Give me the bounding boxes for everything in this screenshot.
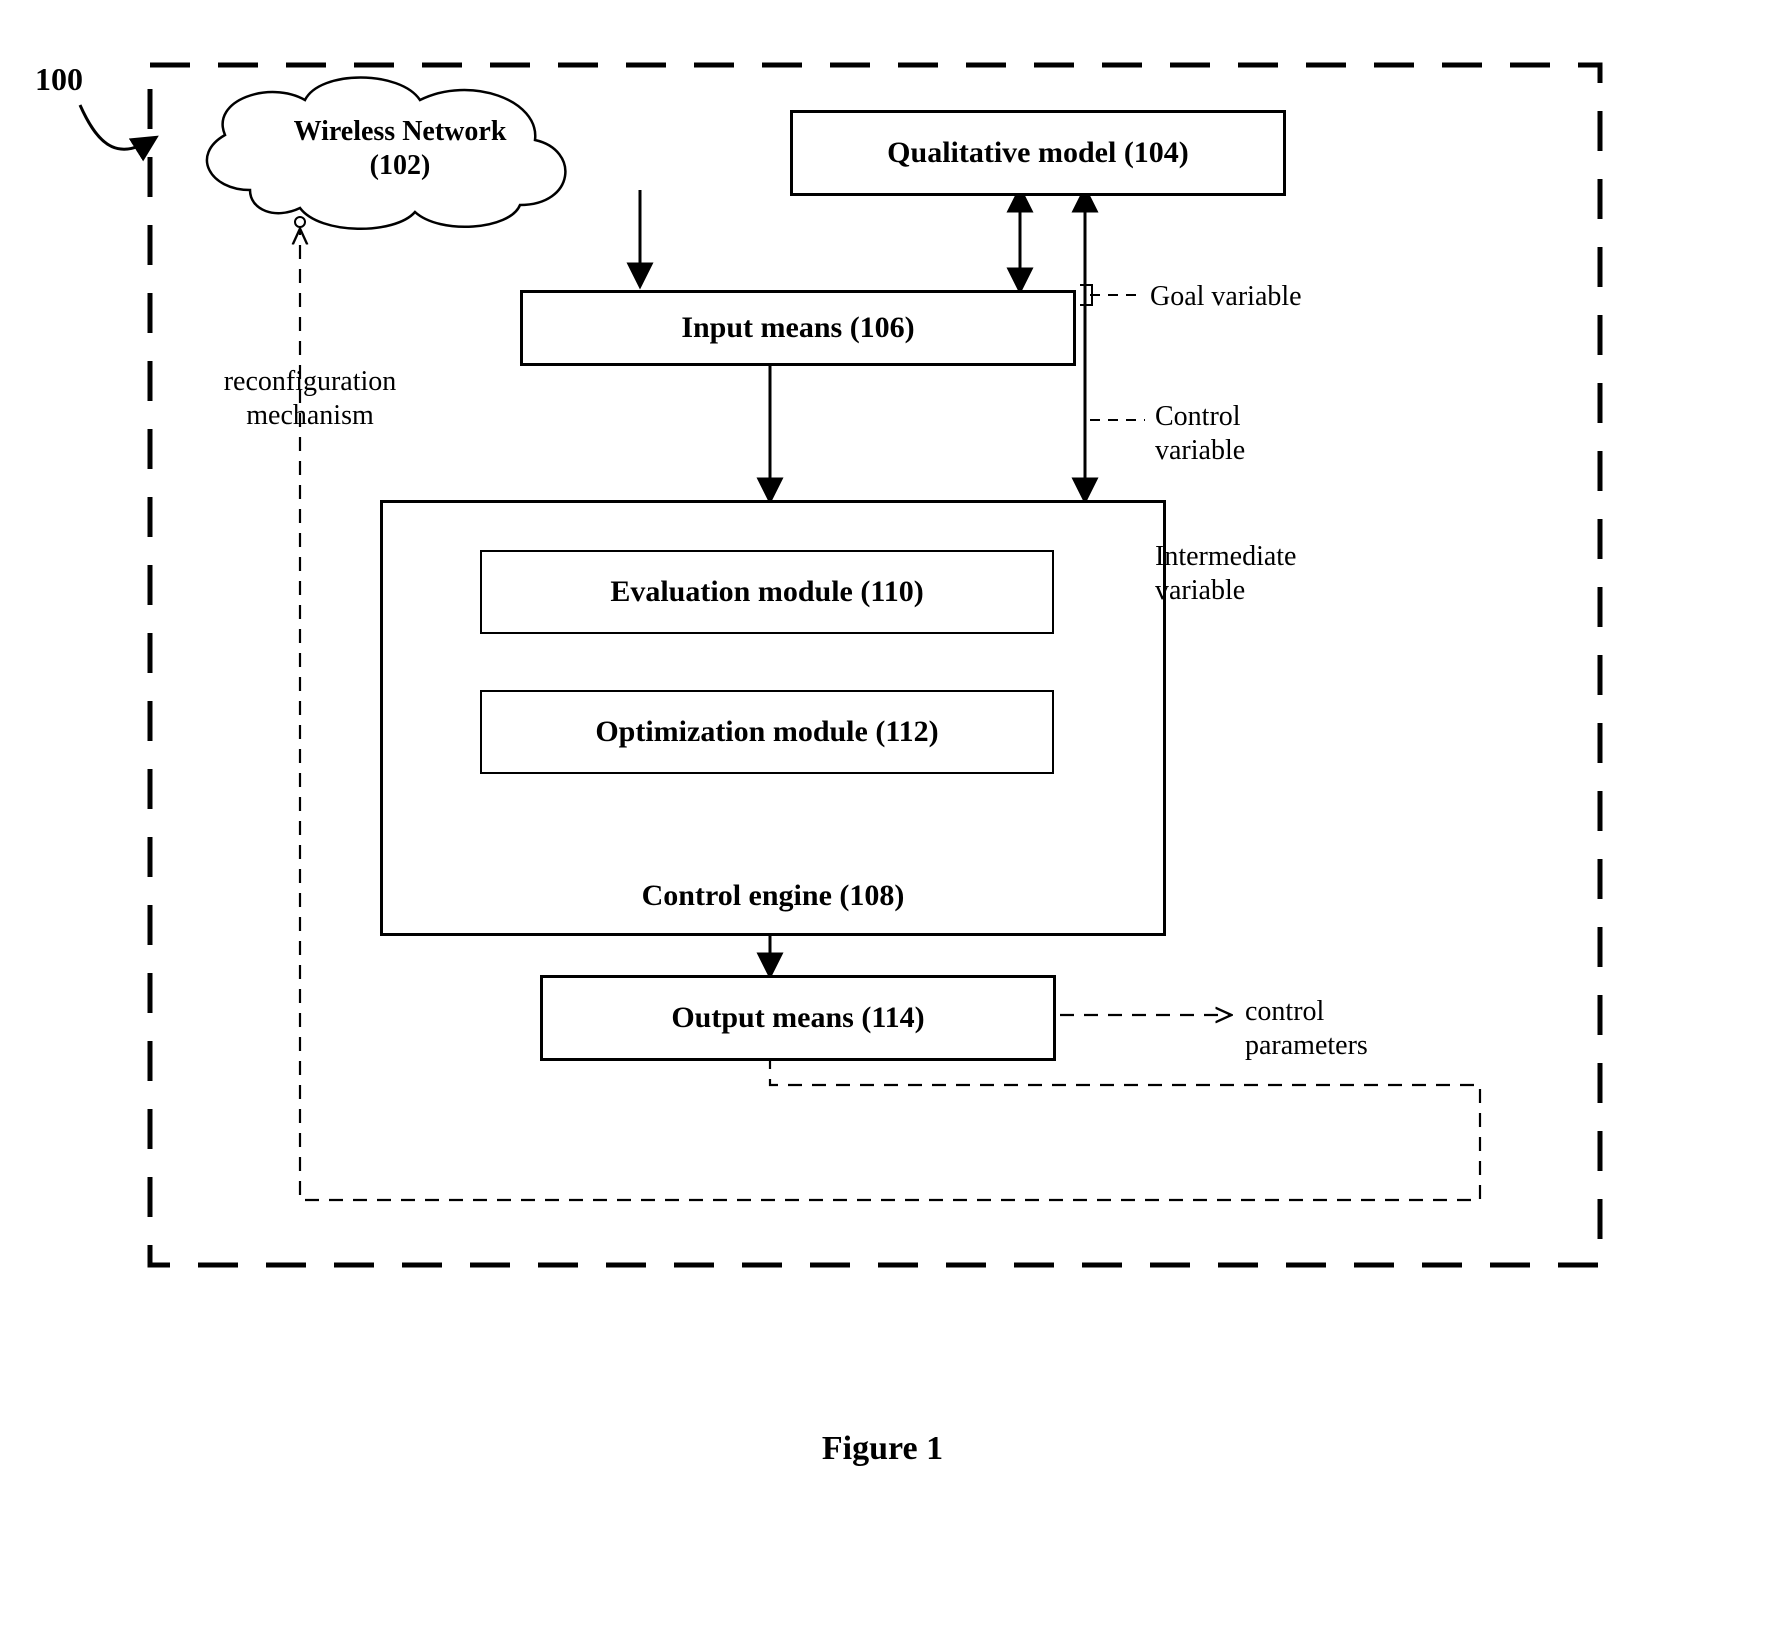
control-engine-label: Control engine (108): [642, 879, 905, 913]
optimization-module-label: Optimization module (112): [595, 715, 938, 749]
reconfiguration-mechanism-label: reconfiguration mechanism: [200, 365, 420, 432]
control-parameters-label: control parameters: [1245, 995, 1368, 1062]
evaluation-module-label: Evaluation module (110): [610, 575, 923, 609]
input-means-label: Input means (106): [681, 311, 914, 345]
qualitative-model-box: Qualitative model (104): [790, 110, 1286, 196]
goal-variable-label: Goal variable: [1150, 280, 1302, 314]
output-means-label: Output means (114): [671, 1001, 924, 1035]
qualitative-model-label: Qualitative model (104): [887, 136, 1189, 170]
diagram-canvas: 100 Wireless Network (102) Qualitative m…: [0, 0, 1765, 1626]
wireless-network-cloud-label: Wireless Network (102): [280, 115, 520, 182]
input-means-box: Input means (106): [520, 290, 1076, 366]
diagram-id-label: 100: [35, 60, 83, 98]
figure-caption: Figure 1: [0, 1430, 1765, 1468]
cloud-line2: (102): [370, 150, 431, 181]
cloud-line1: Wireless Network: [294, 116, 507, 147]
evaluation-module-box: Evaluation module (110): [480, 550, 1054, 634]
optimization-module-box: Optimization module (112): [480, 690, 1054, 774]
output-means-box: Output means (114): [540, 975, 1056, 1061]
intermediate-variable-label: Intermediate variable: [1155, 540, 1296, 607]
control-variable-label: Control variable: [1155, 400, 1245, 467]
